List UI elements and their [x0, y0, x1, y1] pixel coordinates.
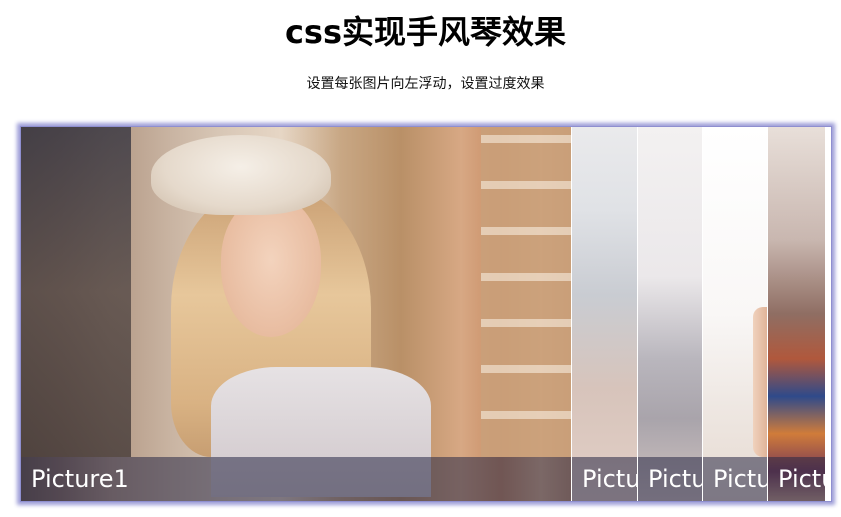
- panel-caption: Picture5: [768, 457, 825, 501]
- accordion-panel-2[interactable]: Picture2: [571, 127, 637, 501]
- arm-shape: [753, 307, 767, 457]
- page: css实现手风琴效果 设置每张图片向左浮动，设置过度效果 Picture1 Pi…: [0, 0, 841, 517]
- brick-wall-shape: [481, 127, 571, 457]
- accordion-panel-1[interactable]: Picture1: [21, 127, 571, 501]
- accordion-panel-4[interactable]: Picture4: [702, 127, 767, 501]
- window-shape: [21, 127, 131, 457]
- accordion-gallery: Picture1 Picture2 Picture3 Picture4 Pict…: [20, 126, 832, 502]
- panel-image: [703, 127, 767, 501]
- page-title: css实现手风琴效果: [284, 13, 567, 51]
- hat-shape: [151, 135, 331, 215]
- panel-caption: Picture2: [572, 457, 637, 501]
- panel-image: [768, 127, 825, 501]
- accordion-panel-3[interactable]: Picture3: [637, 127, 702, 501]
- panel-caption: Picture1: [21, 457, 571, 501]
- accordion-panel-5[interactable]: Picture5: [767, 127, 825, 501]
- panel-image: [638, 127, 702, 501]
- face-shape: [221, 197, 321, 337]
- panel-caption: Picture4: [703, 457, 767, 501]
- page-subtitle: 设置每张图片向左浮动，设置过度效果: [306, 76, 545, 92]
- panel-image: [572, 127, 637, 501]
- panel-image: [21, 127, 571, 501]
- panel-caption: Picture3: [638, 457, 702, 501]
